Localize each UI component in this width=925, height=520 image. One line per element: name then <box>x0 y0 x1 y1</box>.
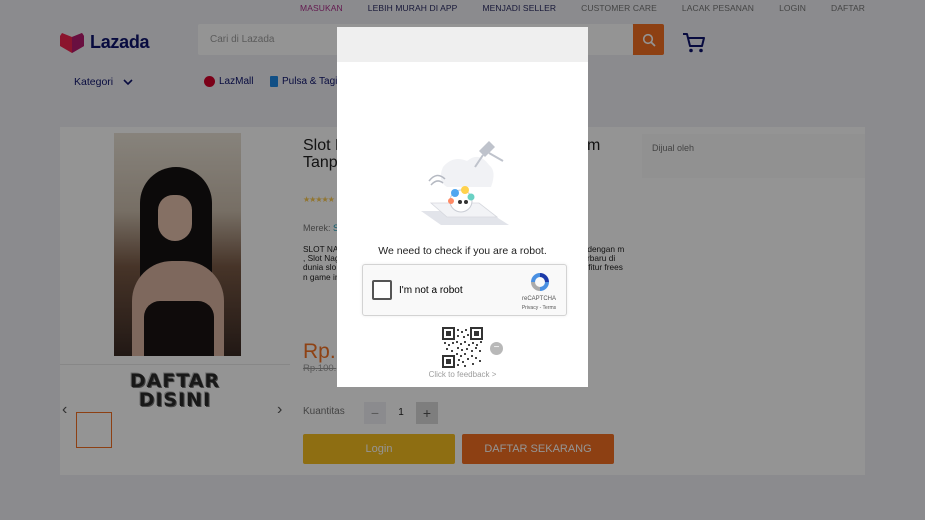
qr-code-icon <box>442 327 483 368</box>
recaptcha-widget: I'm not a robot reCAPTCHA Privacy - Term… <box>362 264 567 316</box>
recaptcha-label: I'm not a robot <box>399 285 463 296</box>
robot-check-illustration <box>421 141 509 225</box>
modal-header <box>337 27 588 62</box>
qr-close-icon[interactable]: − <box>490 342 503 355</box>
robot-check-message: We need to check if you are a robot. <box>378 245 547 257</box>
recaptcha-logo-icon <box>531 273 549 291</box>
recaptcha-terms-link[interactable]: Privacy - Terms <box>511 305 567 311</box>
recaptcha-brand: reCAPTCHA <box>521 296 556 302</box>
captcha-modal: We need to check if you are a robot. I'm… <box>337 27 588 387</box>
recaptcha-checkbox[interactable] <box>372 280 392 300</box>
feedback-link[interactable]: Click to feedback > <box>337 370 588 379</box>
